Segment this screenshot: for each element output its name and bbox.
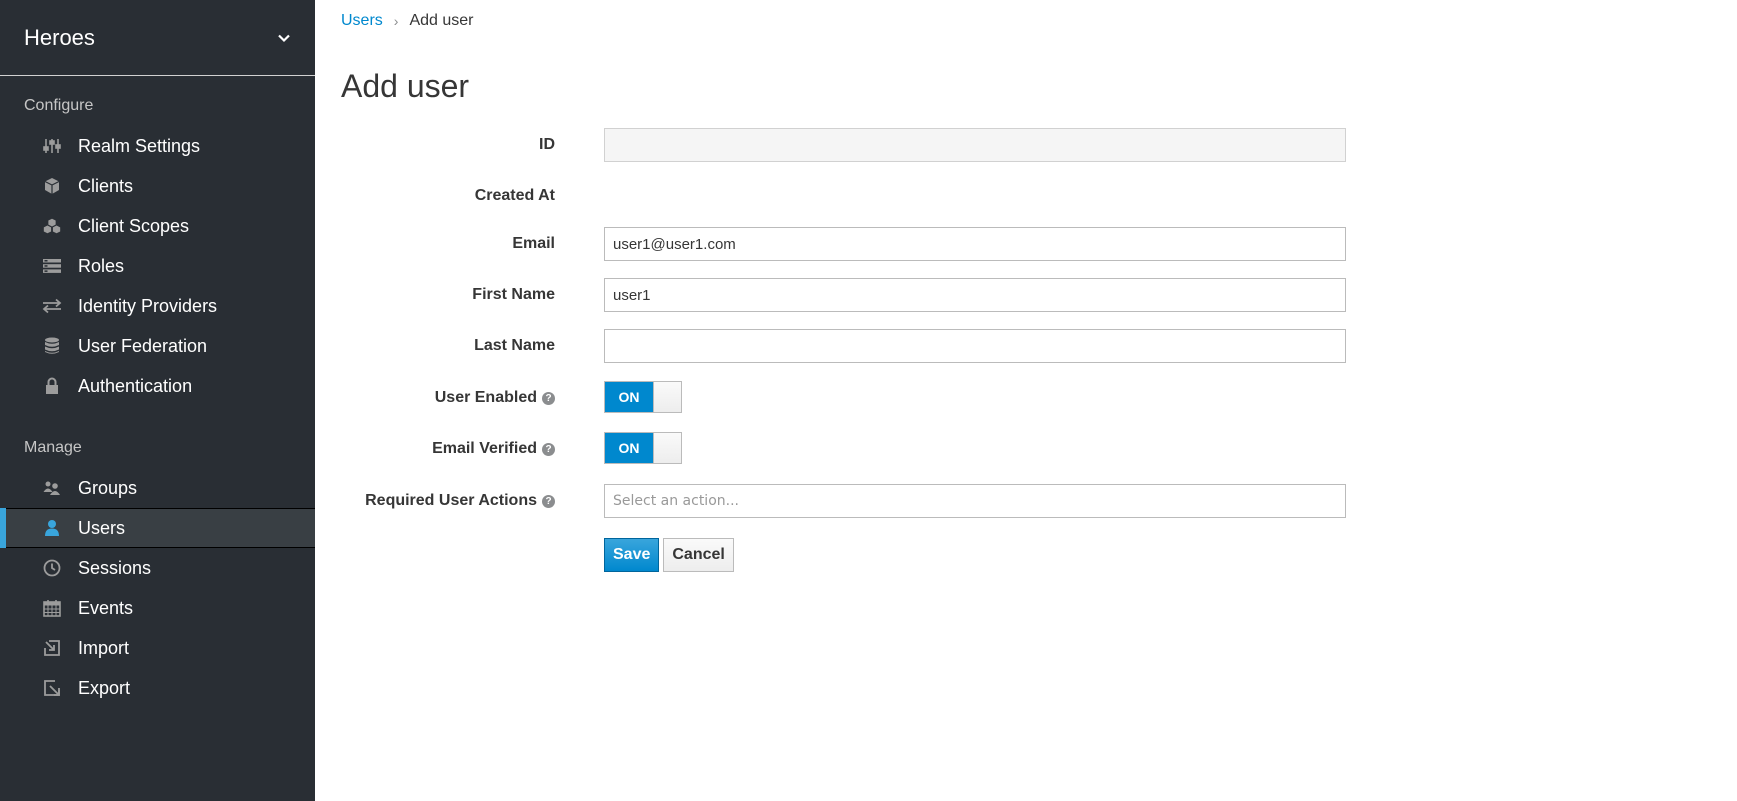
realm-selector[interactable]: Heroes bbox=[0, 0, 315, 76]
sidebar-item-client-scopes[interactable]: Client Scopes bbox=[0, 206, 315, 246]
save-button[interactable]: Save bbox=[604, 538, 660, 572]
id-label: ID bbox=[539, 136, 555, 153]
roles-list-icon bbox=[42, 256, 62, 276]
sidebar-item-user-federation[interactable]: User Federation bbox=[0, 326, 315, 366]
breadcrumb-separator: › bbox=[393, 13, 399, 29]
sidebar-item-label: Identity Providers bbox=[78, 295, 218, 316]
sidebar-item-sessions[interactable]: Sessions bbox=[0, 548, 315, 588]
sidebar-item-label: User Federation bbox=[78, 335, 208, 356]
sidebar-item-identity-providers[interactable]: Identity Providers bbox=[0, 286, 315, 326]
email-label: Email bbox=[512, 235, 555, 252]
sidebar-item-label: Users bbox=[78, 517, 126, 538]
toggle-knob bbox=[653, 433, 681, 463]
configure-section-title: Configure bbox=[24, 97, 94, 114]
sidebar-item-label: Authentication bbox=[78, 375, 193, 396]
sidebar-item-events[interactable]: Events bbox=[0, 588, 315, 628]
sliders-icon bbox=[42, 136, 62, 156]
clock-icon bbox=[42, 558, 62, 578]
breadcrumb: Users › Add user bbox=[341, 12, 474, 30]
realm-name: Heroes bbox=[24, 24, 95, 50]
sidebar: Heroes Configure Realm Settings Clients … bbox=[0, 0, 315, 801]
created-at-row: Created At bbox=[315, 179, 1515, 213]
id-row: ID bbox=[315, 128, 1515, 162]
last-name-label: Last Name bbox=[474, 337, 555, 354]
user-icon bbox=[42, 518, 62, 538]
first-name-row: First Name bbox=[315, 278, 1515, 312]
toggle-state: ON bbox=[605, 433, 653, 463]
database-icon bbox=[42, 336, 62, 356]
manage-section-title: Manage bbox=[24, 439, 82, 456]
users-icon bbox=[42, 478, 62, 498]
sidebar-item-groups[interactable]: Groups bbox=[0, 468, 315, 508]
sidebar-item-label: Sessions bbox=[78, 557, 152, 578]
email-verified-label: Email Verified ? bbox=[315, 432, 555, 466]
email-verified-row: Email Verified ? ON bbox=[315, 432, 1515, 466]
main-content: Users › Add user Add user ID Created At … bbox=[315, 0, 1737, 801]
sidebar-item-realm-settings[interactable]: Realm Settings bbox=[0, 126, 315, 166]
user-enabled-toggle[interactable]: ON bbox=[604, 381, 682, 413]
sidebar-item-clients[interactable]: Clients bbox=[0, 166, 315, 206]
sidebar-item-label: Client Scopes bbox=[78, 215, 190, 236]
first-name-label: First Name bbox=[472, 286, 555, 303]
required-actions-row: Required User Actions ? bbox=[315, 484, 1515, 518]
sidebar-item-export[interactable]: Export bbox=[0, 668, 315, 708]
chevron-down-icon bbox=[277, 31, 291, 45]
help-icon[interactable]: ? bbox=[542, 442, 555, 456]
toggle-knob bbox=[653, 382, 681, 412]
email-row: Email bbox=[315, 227, 1515, 261]
required-actions-label: Required User Actions ? bbox=[315, 484, 555, 518]
email-verified-toggle[interactable]: ON bbox=[604, 432, 682, 464]
required-actions-select[interactable] bbox=[604, 484, 1346, 518]
cube-icon bbox=[42, 176, 62, 196]
sidebar-item-label: Groups bbox=[78, 477, 138, 498]
last-name-field[interactable] bbox=[604, 329, 1346, 363]
first-name-field[interactable] bbox=[604, 278, 1346, 312]
sidebar-item-label: Clients bbox=[78, 175, 134, 196]
breadcrumb-current: Add user bbox=[409, 12, 474, 29]
sidebar-item-users[interactable]: Users bbox=[0, 508, 315, 548]
cancel-button[interactable]: Cancel bbox=[663, 538, 734, 572]
user-enabled-row: User Enabled ? ON bbox=[315, 381, 1515, 415]
lock-icon bbox=[42, 376, 62, 396]
import-icon bbox=[42, 638, 62, 658]
sidebar-item-label: Roles bbox=[78, 255, 125, 276]
calendar-icon bbox=[42, 598, 62, 618]
sidebar-item-label: Realm Settings bbox=[78, 135, 201, 156]
form-actions: Save Cancel bbox=[315, 538, 1515, 572]
sidebar-item-label: Events bbox=[78, 597, 134, 618]
email-field[interactable] bbox=[604, 227, 1346, 261]
page-title: Add user bbox=[341, 68, 470, 104]
sidebar-item-authentication[interactable]: Authentication bbox=[0, 366, 315, 406]
sidebar-item-import[interactable]: Import bbox=[0, 628, 315, 668]
last-name-row: Last Name bbox=[315, 329, 1515, 363]
help-icon[interactable]: ? bbox=[542, 391, 555, 405]
user-enabled-label: User Enabled ? bbox=[315, 381, 555, 415]
sidebar-item-label: Export bbox=[78, 677, 131, 698]
created-at-label: Created At bbox=[474, 187, 555, 204]
toggle-state: ON bbox=[605, 382, 653, 412]
sidebar-item-roles[interactable]: Roles bbox=[0, 246, 315, 286]
export-icon bbox=[42, 678, 62, 698]
exchange-icon bbox=[42, 296, 62, 316]
sidebar-item-label: Import bbox=[78, 637, 130, 658]
help-icon[interactable]: ? bbox=[542, 494, 555, 508]
breadcrumb-users-link[interactable]: Users bbox=[341, 12, 383, 30]
id-field bbox=[604, 128, 1346, 162]
cubes-icon bbox=[42, 216, 62, 236]
